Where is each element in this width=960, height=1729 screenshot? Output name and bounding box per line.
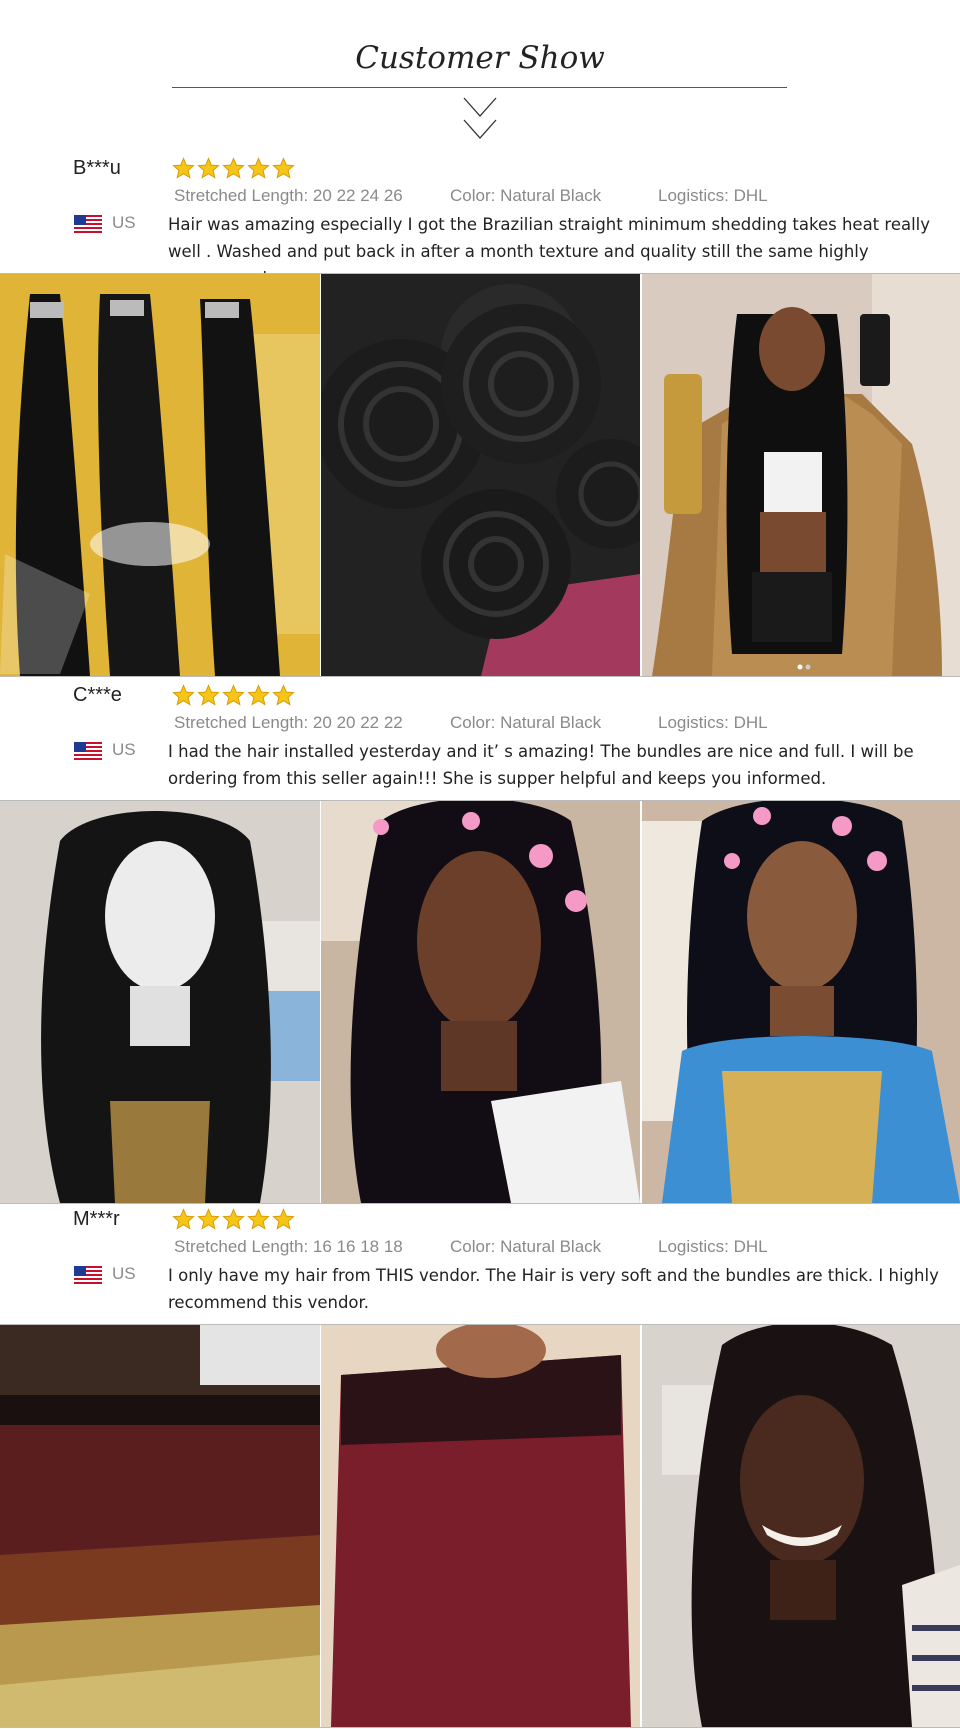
star-rating — [172, 157, 295, 181]
stretched-length: Stretched Length: 20 22 24 26 — [174, 186, 403, 205]
straight-bundles-photo[interactable] — [0, 274, 320, 676]
selfie-gold-jacket-photo[interactable] — [642, 274, 960, 676]
star-icon — [222, 157, 245, 179]
order-meta: Stretched Length: 16 16 18 18 Color: Nat… — [0, 1237, 960, 1261]
country-code: US — [112, 740, 136, 759]
selfie-tie-dye-photo[interactable] — [642, 801, 960, 1203]
reviewer-name: C***e — [73, 684, 122, 706]
review-text: I only have my hair from THIS vendor. Th… — [168, 1266, 939, 1312]
photo-gallery — [0, 800, 960, 1204]
smiling-selfie-photo[interactable] — [642, 1325, 960, 1727]
wig-on-mannequin-photo[interactable] — [0, 801, 320, 1203]
star-icon — [172, 157, 195, 179]
star-icon — [272, 684, 295, 706]
review-text: I had the hair installed yesterday and i… — [168, 742, 914, 788]
star-icon — [222, 684, 245, 706]
star-icon — [272, 157, 295, 179]
review-card: B***u Stretched Length: 20 22 24 26 Colo… — [0, 157, 960, 288]
ombre-hair-held-photo[interactable] — [321, 1325, 640, 1727]
double-chevron-down-icon — [463, 97, 497, 139]
star-rating — [172, 684, 295, 708]
ombre-bundles-photo[interactable] — [0, 1325, 320, 1727]
star-icon — [197, 1208, 220, 1230]
title-divider — [172, 87, 787, 88]
star-icon — [197, 157, 220, 179]
star-icon — [197, 684, 220, 706]
hair-color: Color: Natural Black — [450, 186, 602, 205]
selfie-hearts-photo[interactable] — [321, 801, 640, 1203]
logistics: Logistics: DHL — [658, 713, 768, 732]
photo-gallery — [0, 1324, 960, 1728]
star-icon — [222, 1208, 245, 1230]
star-icon — [172, 1208, 195, 1230]
review-card: C***e Stretched Length: 20 20 22 22 Colo… — [0, 684, 960, 792]
star-icon — [172, 684, 195, 706]
hair-color: Color: Natural Black — [450, 1237, 602, 1256]
star-icon — [247, 157, 270, 179]
order-meta: Stretched Length: 20 22 24 26 Color: Nat… — [0, 186, 960, 210]
hair-color: Color: Natural Black — [450, 713, 602, 732]
star-icon — [247, 684, 270, 706]
review-card: M***r Stretched Length: 16 16 18 18 Colo… — [0, 1208, 960, 1316]
stretched-length: Stretched Length: 20 20 22 22 — [174, 713, 403, 732]
us-flag-icon — [74, 1266, 102, 1284]
bundle-coils-photo[interactable] — [321, 274, 640, 676]
logistics: Logistics: DHL — [658, 1237, 768, 1256]
star-icon — [272, 1208, 295, 1230]
photo-gallery — [0, 273, 960, 677]
us-flag-icon — [74, 215, 102, 233]
section-header: Customer Show — [0, 0, 960, 160]
section-title: Customer Show — [355, 40, 605, 76]
reviewer-name: M***r — [73, 1208, 120, 1230]
order-meta: Stretched Length: 20 20 22 22 Color: Nat… — [0, 713, 960, 737]
star-icon — [247, 1208, 270, 1230]
country-code: US — [112, 213, 136, 232]
stretched-length: Stretched Length: 16 16 18 18 — [174, 1237, 403, 1256]
country-code: US — [112, 1264, 136, 1283]
star-rating — [172, 1208, 295, 1232]
logistics: Logistics: DHL — [658, 186, 768, 205]
reviewer-name: B***u — [73, 157, 121, 179]
us-flag-icon — [74, 742, 102, 760]
